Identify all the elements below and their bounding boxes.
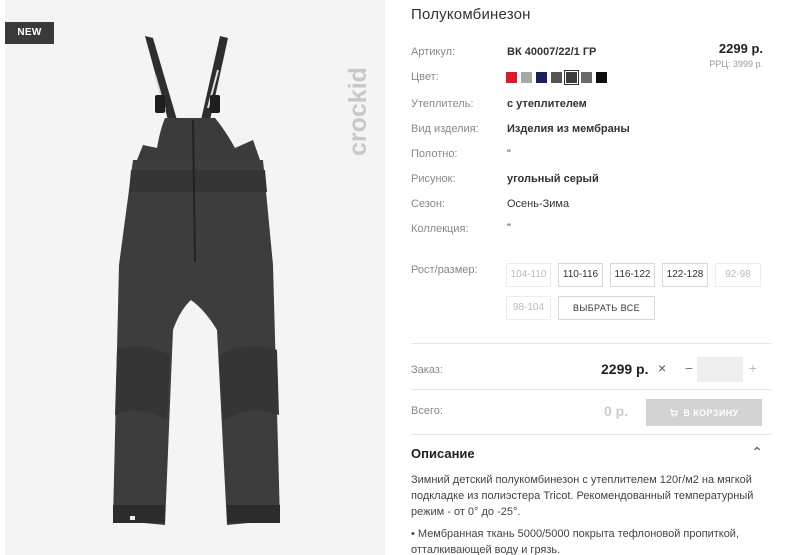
size-option-104-110[interactable]: 104-110 — [506, 263, 551, 287]
size-option-116-122[interactable]: 116-122 — [610, 263, 655, 287]
color-swatch-red[interactable] — [506, 72, 517, 83]
attr-value-season: Осень-Зима — [507, 198, 570, 210]
divider — [411, 434, 771, 435]
attr-label-fabric: Полотно: — [411, 148, 458, 160]
chevron-up-icon[interactable]: ⌃ — [751, 444, 763, 461]
attr-label-pattern: Рисунок: — [411, 173, 456, 185]
size-option-92-98[interactable]: 92-98 — [715, 263, 761, 287]
attr-value-article: ВК 40007/22/1 ГР — [507, 46, 597, 58]
color-swatch-graphite[interactable] — [581, 72, 592, 83]
attr-label-insulation: Утеплитель: — [411, 98, 474, 110]
brand-logo-text: crockid — [344, 67, 372, 156]
color-swatch-charcoal[interactable] — [564, 70, 579, 85]
product-image[interactable] — [5, 0, 385, 555]
product-image-area: NEW crockid — [5, 0, 385, 555]
order-label: Заказ: — [411, 364, 443, 376]
attr-value-pattern: угольный серый — [507, 173, 599, 185]
total-label: Всего: — [411, 405, 443, 417]
attr-label-type: Вид изделия: — [411, 123, 479, 135]
attr-value-insulation: с утеплителем — [507, 98, 587, 110]
color-swatch-navy[interactable] — [536, 72, 547, 83]
divider — [411, 343, 771, 344]
brand-logo: crockid — [344, 67, 372, 156]
new-badge: NEW — [5, 22, 54, 44]
add-to-cart-label: В КОРЗИНУ — [683, 407, 739, 418]
quantity-input[interactable] — [697, 357, 743, 382]
divider — [411, 389, 771, 390]
cart-icon — [670, 409, 679, 417]
size-option-122-128[interactable]: 122-128 — [662, 263, 708, 287]
product-title: Полукомбинезон — [411, 6, 531, 23]
attr-label-article: Артикул: — [411, 46, 456, 58]
attr-label-collection: Коллекция: — [411, 223, 469, 235]
select-all-sizes-button[interactable]: ВЫБРАТЬ ВСЕ — [558, 296, 655, 320]
color-swatch-dark-gray[interactable] — [551, 72, 562, 83]
order-price: 2299 р. — [601, 361, 649, 377]
size-option-98-104[interactable]: 98-104 — [506, 296, 551, 320]
attr-label-season: Сезон: — [411, 198, 445, 210]
total-value: 0 р. — [604, 403, 629, 419]
description-text: Зимний детский полукомбинезон с утеплите… — [411, 474, 754, 518]
size-option-110-116[interactable]: 110-116 — [558, 263, 603, 287]
product-rrp: РРЦ: 3999 р. — [709, 59, 763, 69]
product-details-panel: Полукомбинезон 2299 р. РРЦ: 3999 р. Арти… — [411, 0, 771, 555]
attr-value-fabric: " — [507, 148, 511, 160]
attr-label-color: Цвет: — [411, 71, 439, 83]
description-bullet: • Мембранная ткань 5000/5000 покрыта теф… — [411, 528, 740, 555]
remove-order-icon[interactable]: × — [658, 360, 666, 376]
description-title[interactable]: Описание — [411, 446, 475, 461]
attr-value-collection: " — [507, 222, 511, 234]
quantity-increase-button[interactable]: + — [746, 360, 760, 376]
color-swatches — [506, 70, 607, 85]
color-swatch-light-gray[interactable] — [521, 72, 532, 83]
sizes-label: Рост/размер: — [411, 264, 478, 276]
add-to-cart-button[interactable]: В КОРЗИНУ — [646, 399, 762, 426]
product-price: 2299 р. — [718, 41, 763, 56]
attr-value-type: Изделия из мембраны — [507, 123, 630, 135]
color-swatch-black[interactable] — [596, 72, 607, 83]
quantity-decrease-button[interactable]: − — [682, 360, 696, 376]
